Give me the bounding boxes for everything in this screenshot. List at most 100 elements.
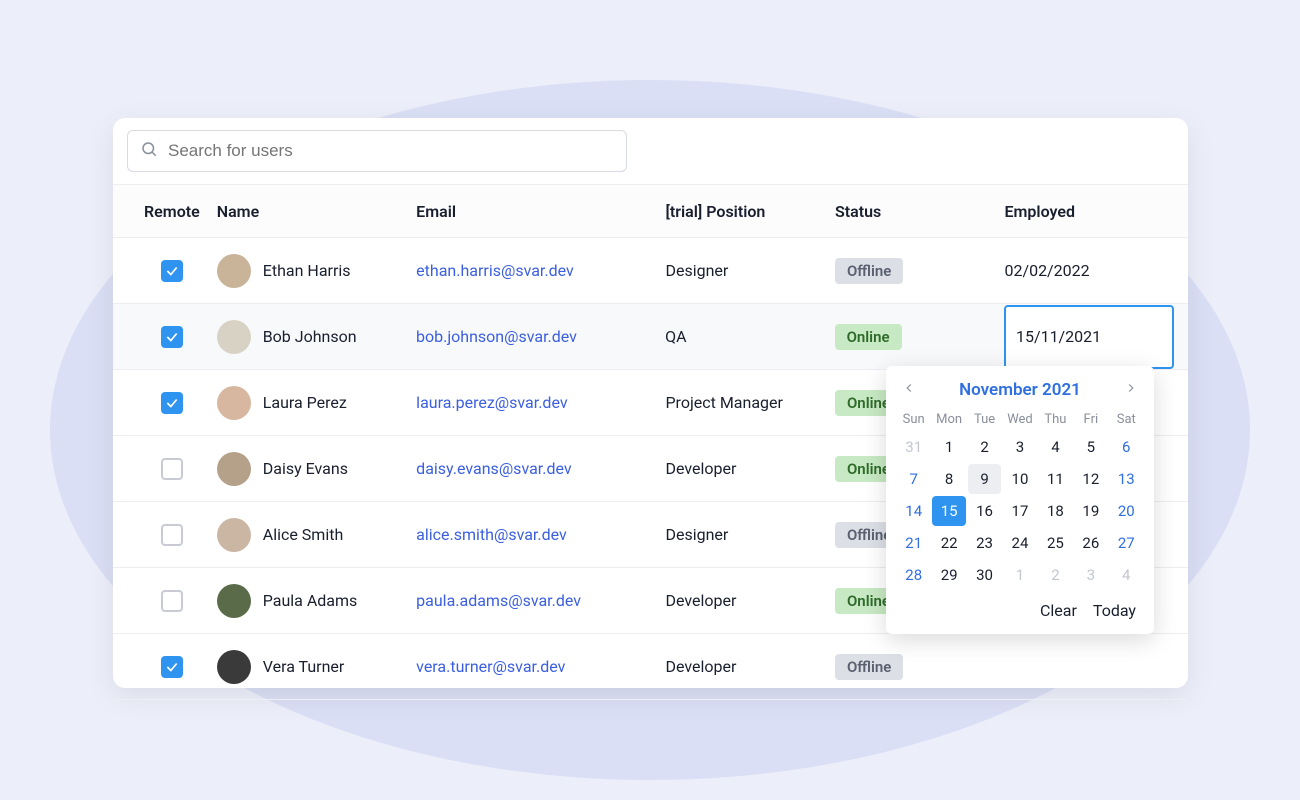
user-name: Ethan Harris xyxy=(263,261,351,280)
col-header-status[interactable]: Status xyxy=(835,202,1005,221)
avatar xyxy=(217,650,251,684)
datepicker-dow: Fri xyxy=(1073,408,1108,431)
search-icon xyxy=(140,140,158,162)
datepicker-day[interactable]: 30 xyxy=(968,560,1001,590)
employed-date-input[interactable]: 15/11/2021 xyxy=(1004,305,1174,369)
search-bar xyxy=(113,118,1188,184)
prev-month-button[interactable] xyxy=(902,381,916,399)
datepicker-day[interactable]: 7 xyxy=(897,464,930,494)
table-row[interactable]: Ethan Harris ethan.harris@svar.devDesigne… xyxy=(113,238,1188,304)
col-header-position[interactable]: [trial] Position xyxy=(665,202,835,221)
datepicker-day[interactable]: 1 xyxy=(1003,560,1036,590)
datepicker-day[interactable]: 18 xyxy=(1039,496,1072,526)
next-month-button[interactable] xyxy=(1124,381,1138,399)
col-header-email[interactable]: Email xyxy=(416,202,665,221)
datepicker-day[interactable]: 12 xyxy=(1074,464,1107,494)
datepicker-dow: Mon xyxy=(931,408,966,431)
datepicker-day[interactable]: 3 xyxy=(1003,432,1036,462)
remote-checkbox[interactable] xyxy=(161,524,183,546)
datepicker-dow: Thu xyxy=(1038,408,1073,431)
datepicker-day[interactable]: 2 xyxy=(968,432,1001,462)
avatar xyxy=(217,452,251,486)
status-badge: Offline xyxy=(835,654,903,680)
user-position: Project Manager xyxy=(665,393,835,412)
avatar xyxy=(217,584,251,618)
datepicker-dow: Tue xyxy=(967,408,1002,431)
datepicker-dow: Sun xyxy=(896,408,931,431)
datepicker-popover: November 2021 SunMonTueWedThuFriSat31123… xyxy=(886,366,1154,634)
datepicker-title[interactable]: November 2021 xyxy=(959,380,1081,400)
datepicker-day[interactable]: 22 xyxy=(932,528,965,558)
user-email[interactable]: vera.turner@svar.dev xyxy=(416,657,665,676)
avatar xyxy=(217,320,251,354)
datepicker-day[interactable]: 11 xyxy=(1039,464,1072,494)
datepicker-dow: Sat xyxy=(1109,408,1144,431)
user-position: Developer xyxy=(665,591,835,610)
datepicker-day[interactable]: 27 xyxy=(1110,528,1143,558)
datepicker-day[interactable]: 20 xyxy=(1110,496,1143,526)
datepicker-day[interactable]: 3 xyxy=(1074,560,1107,590)
remote-checkbox[interactable] xyxy=(161,392,183,414)
datepicker-day[interactable]: 17 xyxy=(1003,496,1036,526)
status-badge: Online xyxy=(835,324,902,350)
datepicker-day[interactable]: 9 xyxy=(968,464,1001,494)
user-position: Developer xyxy=(665,459,835,478)
user-email[interactable]: paula.adams@svar.dev xyxy=(416,591,665,610)
datepicker-day[interactable]: 29 xyxy=(932,560,965,590)
datepicker-day[interactable]: 4 xyxy=(1110,560,1143,590)
user-email[interactable]: alice.smith@svar.dev xyxy=(416,525,665,544)
datepicker-clear-button[interactable]: Clear xyxy=(1040,601,1077,620)
user-name: Paula Adams xyxy=(263,591,358,610)
datepicker-day[interactable]: 26 xyxy=(1074,528,1107,558)
datepicker-day[interactable]: 15 xyxy=(932,496,965,526)
datepicker-day[interactable]: 28 xyxy=(897,560,930,590)
user-email[interactable]: daisy.evans@svar.dev xyxy=(416,459,665,478)
user-position: QA xyxy=(665,327,834,346)
datepicker-day[interactable]: 8 xyxy=(932,464,965,494)
avatar xyxy=(217,518,251,552)
datepicker-day[interactable]: 14 xyxy=(897,496,930,526)
remote-checkbox[interactable] xyxy=(161,458,183,480)
datepicker-day[interactable]: 23 xyxy=(968,528,1001,558)
remote-checkbox[interactable] xyxy=(161,590,183,612)
col-header-name[interactable]: Name xyxy=(217,202,416,221)
datepicker-day[interactable]: 25 xyxy=(1039,528,1072,558)
remote-checkbox[interactable] xyxy=(161,326,183,348)
remote-checkbox[interactable] xyxy=(161,656,183,678)
user-email[interactable]: laura.perez@svar.dev xyxy=(416,393,665,412)
datepicker-day[interactable]: 13 xyxy=(1110,464,1143,494)
search-box[interactable] xyxy=(127,130,627,172)
table-header: Remote Name Email [trial] Position Statu… xyxy=(113,184,1188,238)
user-email[interactable]: bob.johnson@svar.dev xyxy=(416,327,665,346)
user-position: Designer xyxy=(665,525,835,544)
datepicker-today-button[interactable]: Today xyxy=(1093,601,1136,620)
datepicker-day[interactable]: 1 xyxy=(932,432,965,462)
datepicker-day[interactable]: 5 xyxy=(1074,432,1107,462)
col-header-employed[interactable]: Employed xyxy=(1004,202,1174,221)
datepicker-day[interactable]: 6 xyxy=(1110,432,1143,462)
table-row[interactable]: Vera Turner vera.turner@svar.devDeveloper… xyxy=(113,634,1188,700)
user-name: Bob Johnson xyxy=(263,327,357,346)
datepicker-day[interactable]: 24 xyxy=(1003,528,1036,558)
table-row[interactable]: Bob Johnson bob.johnson@svar.devQAOnline 1… xyxy=(113,304,1188,370)
datepicker-day[interactable]: 16 xyxy=(968,496,1001,526)
avatar xyxy=(217,254,251,288)
user-email[interactable]: ethan.harris@svar.dev xyxy=(416,261,665,280)
user-position: Developer xyxy=(665,657,835,676)
datepicker-day[interactable]: 10 xyxy=(1003,464,1036,494)
search-input[interactable] xyxy=(168,141,614,161)
user-name: Daisy Evans xyxy=(263,459,348,478)
datepicker-day[interactable]: 4 xyxy=(1039,432,1072,462)
datepicker-day[interactable]: 19 xyxy=(1074,496,1107,526)
col-header-remote[interactable]: Remote xyxy=(127,202,217,221)
datepicker-day[interactable]: 21 xyxy=(897,528,930,558)
remote-checkbox[interactable] xyxy=(161,260,183,282)
datepicker-day[interactable]: 31 xyxy=(897,432,930,462)
status-badge: Offline xyxy=(835,258,903,284)
user-name: Vera Turner xyxy=(263,657,345,676)
user-name: Laura Perez xyxy=(263,393,347,412)
datepicker-day[interactable]: 2 xyxy=(1039,560,1072,590)
avatar xyxy=(217,386,251,420)
user-position: Designer xyxy=(665,261,835,280)
employed-date[interactable]: 02/02/2022 xyxy=(1004,261,1174,280)
